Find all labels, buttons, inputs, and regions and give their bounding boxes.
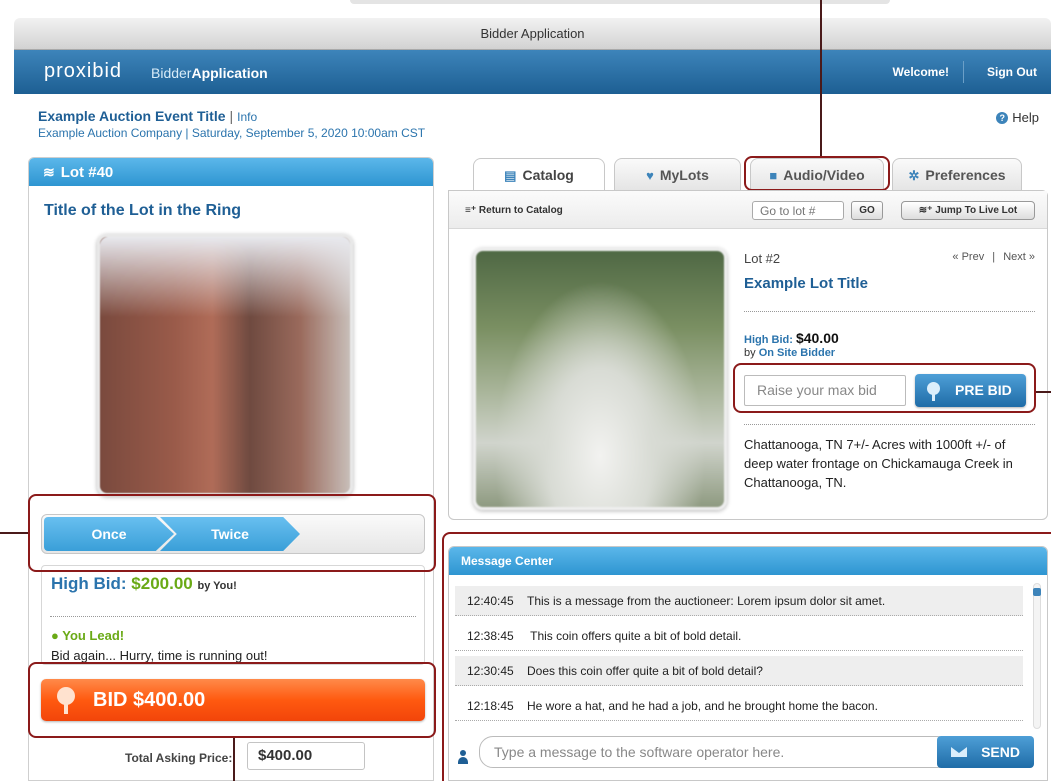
lot-pagination: « Prev | Next » [952,251,1035,263]
callout-progress-highlight [28,494,436,572]
callout-connector [820,0,822,156]
catalog-panel: ≡⁺ Return to Catalog GO ≋⁺ Jump To Live … [448,190,1048,520]
window-top-edge [350,0,890,4]
callout-connector [0,532,28,534]
catalog-high-bid: High Bid: $40.00 [744,330,839,346]
catalog-high-bidder: by On Site Bidder [744,347,835,359]
window-title: Bidder Application [480,26,585,41]
live-lot-number: Lot #40 [60,164,114,181]
catalog-lot-image [473,248,727,510]
wifi-icon: ≋⁺ [918,205,936,216]
tab-preferences-label: Preferences [925,167,1006,183]
catalog-by-label: by [744,347,756,359]
total-asking-label: Total Asking Price: [125,751,233,765]
callout-message-center-highlight [442,532,1051,781]
lead-message: Bid again... Hurry, time is running out! [51,648,268,663]
tab-catalog-label: Catalog [522,167,574,183]
catalog-high-bid-amount: $40.00 [795,330,839,346]
jump-to-live-lot-button[interactable]: ≋⁺ Jump To Live Lot [901,201,1035,220]
catalog-lot-description: Chattanooga, TN 7+/- Acres with 1000ft +… [744,437,1013,490]
pagination-separator: | [992,251,996,263]
go-to-lot-input[interactable] [752,201,844,220]
help-link[interactable]: ? Help [996,110,1039,125]
live-lot-title: Title of the Lot in the Ring [44,202,242,219]
app-header: proxibid BidderApplication Welcome! Sign… [14,50,1051,94]
list-icon: ▤ [504,168,517,183]
live-lot-header: ≋ Lot #40 [29,158,433,186]
go-button[interactable]: GO [851,201,883,220]
high-bid-box: High Bid: $200.00 by You! ● You Lead! Bi… [41,565,425,665]
live-lot-image [97,234,353,496]
help-label: Help [1012,110,1039,125]
tab-mylots[interactable]: ♥ MyLots [614,158,741,190]
tab-catalog[interactable]: ▤ Catalog [473,158,605,191]
catalog-toolbar: ≡⁺ Return to Catalog GO ≋⁺ Jump To Live … [449,191,1047,229]
high-bid-by: by You! [197,580,237,592]
divider [744,311,1035,312]
event-subtitle: Example Auction Company | Saturday, Sept… [38,126,426,140]
jump-to-live-lot-label: Jump To Live Lot [935,205,1018,216]
header-divider [963,61,964,83]
catalog-bidder-name: On Site Bidder [758,347,836,359]
divider [744,424,1035,425]
catalog-lot-title: Example Lot Title [744,275,868,292]
high-bid-amount: $200.00 [131,574,193,593]
callout-connector [233,738,235,781]
return-to-catalog-label: Return to Catalog [478,205,563,216]
lead-status-text: You Lead! [62,628,125,643]
lead-status: ● You Lead! [51,628,124,643]
tab-mylots-label: MyLots [659,167,709,183]
callout-bid-highlight [28,662,436,738]
event-title-pipe: | [229,108,234,124]
callout-pre-bid-highlight [733,363,1036,413]
heart-icon: ♥ [646,168,654,183]
paddle-icon: ● [51,628,63,643]
proxibid-logo: proxibid [44,60,123,82]
tab-preferences[interactable]: ✲ Preferences [892,158,1022,190]
callout-connector [1036,391,1051,393]
callout-audio-video-highlight [744,156,890,191]
catalog-list-icon: ≡⁺ [465,205,479,216]
app-subtitle-bold: Application [191,65,268,81]
app-subtitle: BidderApplication [151,65,268,81]
gear-icon: ✲ [908,168,920,183]
catalog-high-bid-label: High Bid: [744,334,793,346]
wifi-icon: ≋ [43,164,55,180]
welcome-text: Welcome! [892,65,949,79]
high-bid-label: High Bid: [51,574,127,593]
help-icon: ? [996,112,1009,124]
total-asking-value: $400.00 [247,742,365,770]
next-lot-link[interactable]: Next » [1003,251,1035,263]
return-to-catalog-link[interactable]: ≡⁺ Return to Catalog [465,205,563,216]
event-info-link[interactable]: Info [237,110,257,124]
event-title-text: Example Auction Event Title [38,108,226,124]
divider [50,616,416,617]
prev-lot-link[interactable]: « Prev [952,251,984,263]
app-subtitle-light: Bidder [151,65,192,81]
window-titlebar: Bidder Application [14,18,1051,50]
high-bid: High Bid: $200.00 by You! [51,574,237,594]
sign-out-link[interactable]: Sign Out [987,65,1037,79]
event-title: Example Auction Event Title | Info [38,108,257,124]
catalog-lot-number: Lot #2 [744,251,781,266]
